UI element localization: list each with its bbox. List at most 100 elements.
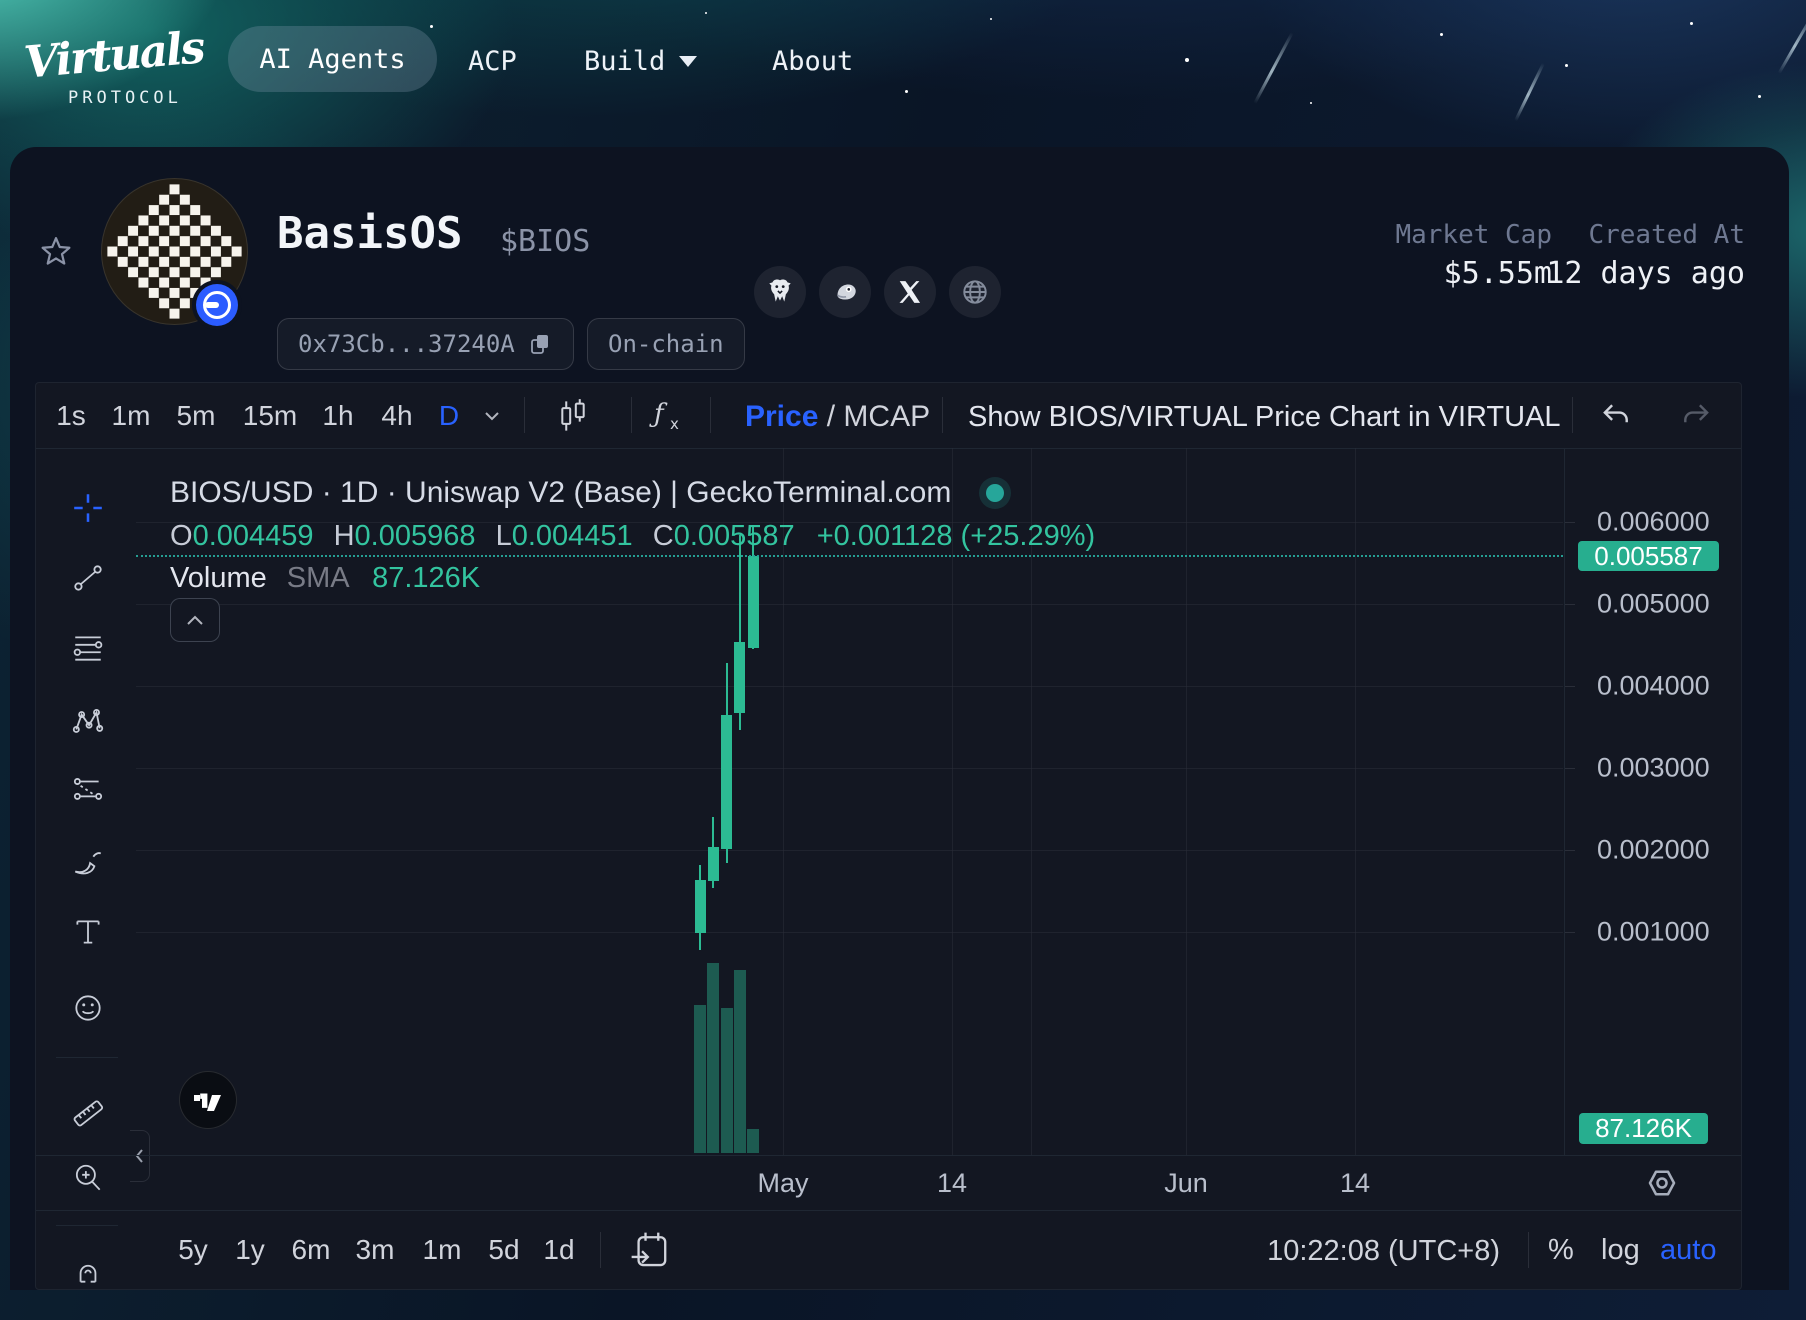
text-tool-icon: [71, 915, 105, 949]
volume-bar: [707, 963, 719, 1153]
volume-value: 87.126K: [372, 562, 480, 594]
timeframe-15m[interactable]: 15m: [243, 400, 297, 432]
time-tick-label[interactable]: 14: [937, 1168, 967, 1199]
onchain-pill[interactable]: On-chain: [587, 318, 745, 370]
price-toggle-option[interactable]: Price: [745, 400, 818, 433]
x-twitter-link[interactable]: [884, 266, 936, 318]
geckoterminal-icon: [830, 277, 860, 307]
range-1d[interactable]: 1d: [543, 1234, 574, 1266]
chart-title[interactable]: BIOS/USD · 1D · Uniswap V2 (Base) | Geck…: [170, 476, 951, 509]
trend-line-tool[interactable]: [70, 560, 106, 596]
website-link[interactable]: [949, 266, 1001, 318]
volume-label[interactable]: Volume: [170, 562, 267, 594]
volume-bar: [721, 1008, 733, 1153]
nav-item-build[interactable]: Build: [584, 46, 697, 77]
gridline-h: [136, 932, 1563, 933]
candle: [708, 847, 719, 881]
range-5d[interactable]: 5d: [488, 1234, 519, 1266]
ruler-tool[interactable]: [70, 1095, 106, 1131]
price-mcap-toggle[interactable]: Price / MCAP: [745, 400, 930, 434]
range-6m[interactable]: 6m: [292, 1234, 331, 1266]
nav-item-ai-agents[interactable]: AI Agents: [228, 26, 437, 92]
axis-settings-button[interactable]: [1644, 1165, 1680, 1201]
timeframe-1s[interactable]: 1s: [56, 400, 86, 432]
star-icon: [38, 234, 74, 270]
time-tick-label[interactable]: May: [757, 1168, 808, 1199]
indicators-button[interactable]: ƒx: [646, 396, 686, 436]
last-price-badge: 0.005587: [1578, 541, 1719, 571]
copy-icon[interactable]: [527, 331, 553, 357]
tradingview-icon: [193, 1089, 223, 1111]
emoji-tool[interactable]: [70, 990, 106, 1026]
percent-scale-button[interactable]: %: [1548, 1234, 1574, 1267]
contract-address-pill[interactable]: 0x73Cb...37240A: [277, 318, 574, 370]
range-3m[interactable]: 3m: [356, 1234, 395, 1266]
auto-scale-button[interactable]: auto: [1660, 1234, 1716, 1267]
timeframe-dropdown-button[interactable]: [480, 404, 506, 430]
range-1y[interactable]: 1y: [235, 1234, 265, 1266]
timeframe-D[interactable]: D: [439, 400, 459, 432]
globe-icon: [960, 277, 990, 307]
price-tick-label: 0.001000: [1597, 917, 1710, 948]
fx-indicator-icon: ƒx: [646, 396, 686, 436]
price-tick-label: 0.002000: [1597, 835, 1710, 866]
ruler-tool-icon: [71, 1096, 105, 1130]
ohlc-low-value: 0.004451: [512, 520, 633, 552]
ohlc-change: +0.001128 (+25.29%): [817, 520, 1095, 552]
range-1m[interactable]: 1m: [423, 1234, 462, 1266]
gridline-h: [136, 604, 1563, 605]
mcap-toggle-option[interactable]: MCAP: [843, 400, 930, 433]
goto-date-button[interactable]: [628, 1228, 670, 1272]
legend-collapse-button[interactable]: [170, 598, 220, 642]
token-symbol: $BIOS: [500, 224, 590, 259]
nav-item-acp[interactable]: ACP: [468, 46, 517, 77]
price-tick-mark: [1565, 604, 1575, 605]
projection-tool[interactable]: [70, 772, 106, 808]
nav-item-about[interactable]: About: [772, 46, 853, 77]
timeframe-1m[interactable]: 1m: [112, 400, 151, 432]
text-tool[interactable]: [70, 914, 106, 950]
geckoterminal-link[interactable]: [819, 266, 871, 318]
range-5y[interactable]: 5y: [178, 1234, 208, 1266]
zoom-in-tool[interactable]: [70, 1160, 106, 1196]
xabcd-pattern-tool[interactable]: [70, 704, 106, 740]
price-axis[interactable]: 0.0060000.0050000.0040000.0030000.002000…: [1564, 448, 1742, 1155]
crosshair-tool[interactable]: [70, 490, 106, 526]
nav-item-label: ACP: [468, 46, 517, 77]
timeframe-1h[interactable]: 1h: [322, 400, 353, 432]
brand-name: Virtuals: [22, 22, 205, 88]
favorite-star-button[interactable]: [38, 234, 74, 270]
tradingview-logo-button[interactable]: [179, 1071, 237, 1129]
time-tick-label[interactable]: 14: [1340, 1168, 1370, 1199]
log-scale-button[interactable]: log: [1601, 1234, 1640, 1267]
timeframe-5m[interactable]: 5m: [177, 400, 216, 432]
base-chain-badge: [196, 284, 238, 326]
time-axis[interactable]: May 14 Jun 14: [136, 1155, 1563, 1210]
time-tick-label[interactable]: Jun: [1164, 1168, 1208, 1199]
candle: [695, 880, 706, 933]
brand-subtitle: PROTOCOL: [68, 88, 182, 108]
dexscreener-link[interactable]: [754, 266, 806, 318]
ohlc-close-value: 0.005587: [674, 520, 795, 552]
chart-type-button[interactable]: [556, 398, 590, 434]
timeframe-4h[interactable]: 4h: [381, 400, 412, 432]
xabcd-pattern-tool-icon: [71, 705, 105, 739]
market-cap-value: $5.55m: [1395, 256, 1552, 291]
price-tick-mark: [1565, 686, 1575, 687]
redo-button[interactable]: [1678, 399, 1712, 431]
undo-button[interactable]: [1600, 399, 1634, 431]
virtuals-protocol-logo[interactable]: Virtuals PROTOCOL: [22, 22, 192, 122]
ohlc-high-value: 0.005968: [355, 520, 476, 552]
chevron-up-icon: [186, 614, 204, 626]
chart-legend: BIOS/USD · 1D · Uniswap V2 (Base) | Geck…: [170, 476, 1095, 595]
fib-retracement-tool[interactable]: [70, 630, 106, 666]
candle: [721, 715, 732, 849]
clock-display[interactable]: 10:22:08 (UTC+8): [1267, 1235, 1500, 1268]
magnet-tool[interactable]: [70, 1252, 106, 1288]
brush-tool[interactable]: [70, 844, 106, 880]
show-virtual-chart-button[interactable]: Show BIOS/VIRTUAL Price Chart in VIRTUAL: [968, 401, 1561, 434]
created-at-stat: Created At 12 days ago: [1546, 220, 1745, 291]
gridline-h: [136, 850, 1563, 851]
base-logo-dash: [205, 302, 219, 308]
price-tick-mark: [1565, 768, 1575, 769]
